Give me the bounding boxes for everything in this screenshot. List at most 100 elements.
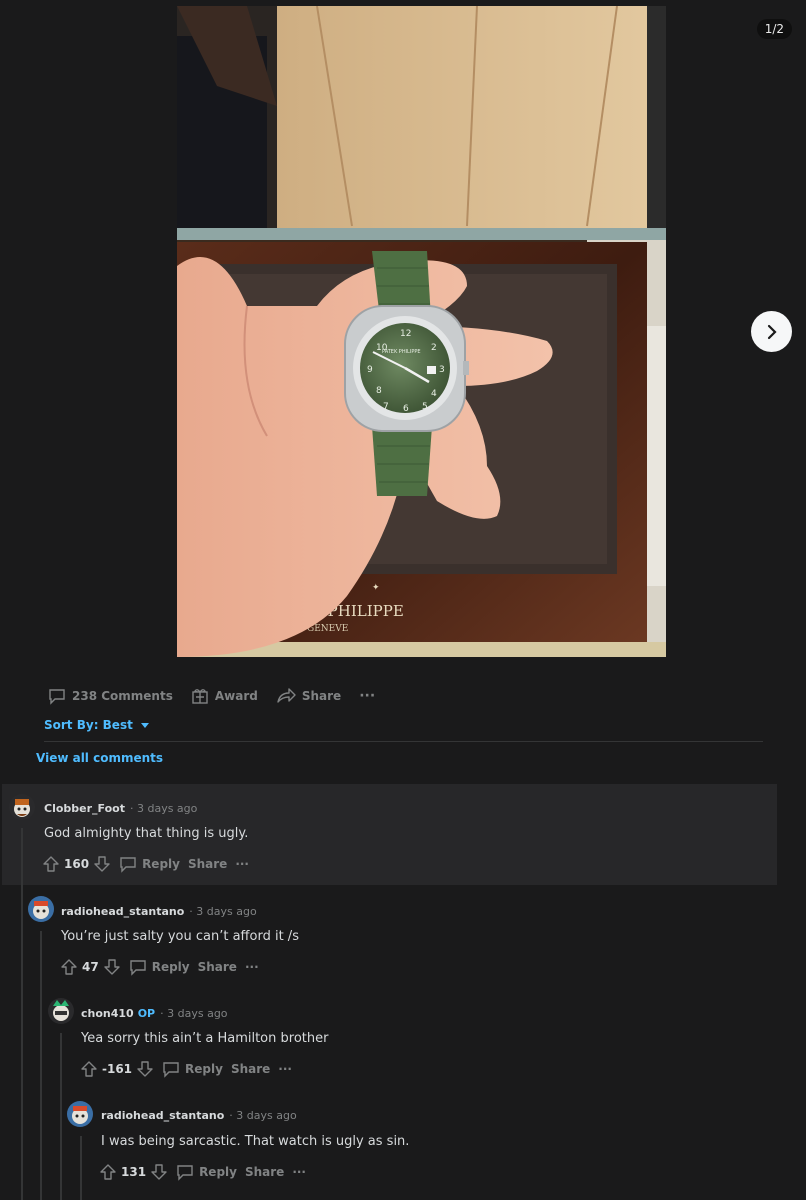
svg-text:3: 3 — [439, 365, 445, 375]
share-icon — [277, 688, 296, 703]
vote-score: -161 — [102, 1062, 133, 1076]
comment-body: You’re just salty you can’t afford it /s — [61, 929, 299, 944]
post-image[interactable]: ✦ PATEK PHILIPPE GENEVE PATEK PHILIPPE 1… — [177, 6, 666, 657]
more-options-button[interactable]: ··· — [245, 960, 259, 974]
share-button[interactable]: Share — [276, 687, 341, 705]
downvote-button[interactable] — [103, 958, 121, 976]
share-button[interactable]: Share — [245, 1165, 284, 1179]
downvote-icon — [94, 856, 110, 872]
upvote-icon — [81, 1061, 97, 1077]
upvote-button[interactable] — [99, 1163, 117, 1181]
more-options-button[interactable]: ··· — [278, 1062, 292, 1076]
thread-line[interactable] — [60, 1033, 62, 1200]
sort-label: Sort By: Best — [44, 718, 133, 732]
comment-header: radiohead_stantano · 3 days ago — [101, 1109, 297, 1122]
share-label: Share — [301, 689, 342, 703]
svg-text:5: 5 — [422, 402, 428, 412]
snoo-avatar-icon — [53, 1000, 69, 1021]
snoo-avatar-icon — [14, 799, 30, 817]
brand-emblem: ✦ — [372, 583, 380, 593]
comment-username[interactable]: radiohead_stantano — [61, 905, 184, 918]
svg-text:6: 6 — [403, 404, 409, 414]
view-all-comments-link[interactable]: View all comments — [36, 751, 163, 765]
avatar[interactable] — [28, 896, 54, 922]
comment-actions: -161 Reply Share ··· — [80, 1060, 292, 1078]
thread-line[interactable] — [21, 828, 23, 1200]
comment-timestamp[interactable]: · 3 days ago — [229, 1109, 296, 1122]
snoo-avatar-icon — [67, 1101, 93, 1127]
op-badge: OP — [137, 1007, 156, 1020]
reply-button[interactable]: Reply — [129, 958, 190, 976]
upvote-button[interactable] — [60, 958, 78, 976]
comment-body: Yea sorry this ain’t a Hamilton brother — [81, 1031, 329, 1046]
upvote-button[interactable] — [80, 1060, 98, 1078]
downvote-button[interactable] — [150, 1163, 168, 1181]
vote-score: 160 — [64, 857, 90, 871]
comment-username[interactable]: chon410 — [81, 1007, 134, 1020]
comment-actions: 160 Reply Share ··· — [42, 855, 249, 873]
caret-down-icon — [140, 723, 149, 728]
downvote-icon — [151, 1164, 167, 1180]
svg-text:12: 12 — [400, 329, 411, 339]
comment-timestamp[interactable]: · 3 days ago — [189, 905, 256, 918]
reply-icon — [120, 857, 136, 873]
reply-label: Reply — [142, 857, 180, 871]
upvote-icon — [43, 856, 59, 872]
avatar[interactable] — [48, 998, 74, 1024]
upvote-button[interactable] — [42, 855, 60, 873]
svg-text:10: 10 — [376, 343, 388, 353]
comment-actions: 131 Reply Share ··· — [99, 1163, 306, 1181]
svg-text:8: 8 — [376, 386, 382, 396]
vote-score: 131 — [121, 1165, 147, 1179]
dial-logo: PATEK PHILIPPE — [382, 349, 421, 355]
reply-icon — [130, 960, 146, 976]
comment-username[interactable]: radiohead_stantano — [101, 1109, 224, 1122]
comment-header: chon410 OP · 3 days ago — [81, 1007, 228, 1020]
share-button[interactable]: Share — [231, 1062, 270, 1076]
more-options-button[interactable]: ··· — [359, 688, 375, 704]
upvote-icon — [100, 1164, 116, 1180]
svg-text:9: 9 — [367, 365, 373, 375]
post-action-bar: 238 Comments Award Share ··· — [48, 687, 393, 705]
comments-count: 238 Comments — [72, 689, 173, 703]
comment-username[interactable]: Clobber_Foot — [44, 802, 125, 815]
award-button[interactable]: Award — [191, 687, 258, 705]
comment-timestamp[interactable]: · 3 days ago — [130, 802, 197, 815]
svg-text:4: 4 — [431, 389, 437, 399]
more-options-button[interactable]: ··· — [292, 1165, 306, 1179]
thread-line[interactable] — [40, 931, 42, 1200]
comment-header: Clobber_Foot · 3 days ago — [44, 802, 197, 815]
award-label: Award — [214, 689, 258, 703]
comment-actions: 47 Reply Share ··· — [60, 958, 259, 976]
reply-button[interactable]: Reply — [176, 1163, 237, 1181]
share-button[interactable]: Share — [198, 960, 237, 974]
svg-text:2: 2 — [431, 343, 437, 353]
post-page: ✦ PATEK PHILIPPE GENEVE PATEK PHILIPPE 1… — [0, 0, 806, 1200]
comments-button[interactable]: 238 Comments — [48, 687, 173, 705]
downvote-button[interactable] — [136, 1060, 154, 1078]
comment-timestamp[interactable]: · 3 days ago — [160, 1007, 227, 1020]
reply-button[interactable]: Reply — [119, 855, 180, 873]
thread-line[interactable] — [80, 1136, 82, 1200]
snoo-avatar-icon — [28, 896, 54, 922]
comment-icon — [49, 689, 65, 705]
upvote-icon — [61, 959, 77, 975]
sort-dropdown[interactable]: Sort By: Best — [44, 718, 151, 732]
avatar[interactable] — [9, 794, 35, 820]
vote-score: 47 — [82, 960, 99, 974]
reply-button[interactable]: Reply — [162, 1060, 223, 1078]
chevron-right-icon — [767, 324, 777, 339]
image-counter: 1/2 — [756, 19, 792, 39]
more-options-button[interactable]: ··· — [235, 857, 249, 871]
reply-label: Reply — [151, 960, 190, 974]
award-icon — [192, 689, 208, 704]
watch-photo: ✦ PATEK PHILIPPE GENEVE PATEK PHILIPPE 1… — [177, 6, 666, 657]
share-button[interactable]: Share — [188, 857, 227, 871]
next-image-button[interactable] — [751, 311, 792, 352]
comment-body: God almighty that thing is ugly. — [44, 826, 249, 841]
reply-icon — [163, 1062, 179, 1078]
downvote-icon — [104, 959, 120, 975]
avatar[interactable] — [67, 1101, 93, 1127]
divider — [44, 741, 763, 742]
downvote-button[interactable] — [93, 855, 111, 873]
